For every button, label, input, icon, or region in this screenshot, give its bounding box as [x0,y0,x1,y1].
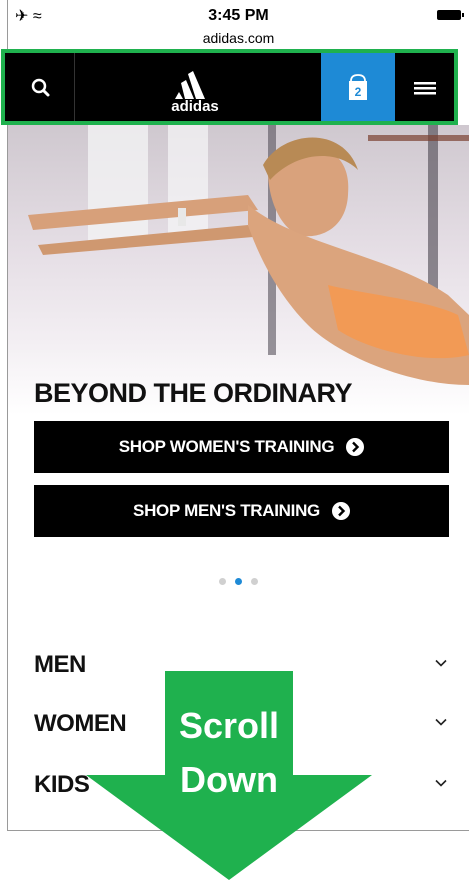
shopping-bag-icon: 2 [349,74,367,100]
shop-mens-training-button[interactable]: SHOP MEN'S TRAINING [34,485,449,537]
chevron-down-icon [435,779,447,787]
hamburger-menu-icon [414,82,436,95]
category-women-label: WOMEN [34,710,127,737]
carousel-dot-3[interactable] [251,578,258,585]
chevron-down-icon [435,659,447,667]
category-men-label: MEN [34,651,86,678]
shopping-bag-button[interactable]: 2 [321,53,395,121]
shop-womens-training-button[interactable]: SHOP WOMEN'S TRAINING [34,421,449,473]
carousel-dot-1[interactable] [219,578,226,585]
carousel-pagination [8,578,469,585]
category-kids-label: KIDS [34,771,90,798]
carousel-dot-2[interactable] [235,578,242,585]
adidas-logo[interactable]: adidas [75,53,315,121]
url-bar[interactable]: adidas.com [8,30,469,46]
menu-button[interactable] [395,53,454,121]
adidas-logo-icon: adidas [171,71,219,115]
logo-wordmark: adidas [171,98,219,115]
scroll-label-line1: Scroll [178,705,280,746]
hero-title: BEYOND THE ORDINARY [34,378,353,408]
search-icon [31,78,50,97]
chevron-down-icon [435,718,447,726]
top-navigation-bar: adidas 2 [1,49,458,125]
scroll-label-line2: Down [180,759,278,800]
category-men[interactable]: MEN [34,651,449,691]
hero-image[interactable] [8,125,469,415]
status-time: 3:45 PM [208,7,269,24]
search-button[interactable] [5,53,75,121]
bag-count: 2 [355,85,362,99]
shop-womens-training-label: SHOP WOMEN'S TRAINING [118,437,335,456]
arrow-circle-right-icon [346,438,365,456]
arrow-circle-right-icon [331,502,350,520]
hero-photo-illustration [28,125,469,385]
shop-mens-training-label: SHOP MEN'S TRAINING [133,501,320,520]
status-bar: ✈ ≈ 3:45 PM adidas.com [8,0,469,52]
battery-icon [437,10,464,20]
